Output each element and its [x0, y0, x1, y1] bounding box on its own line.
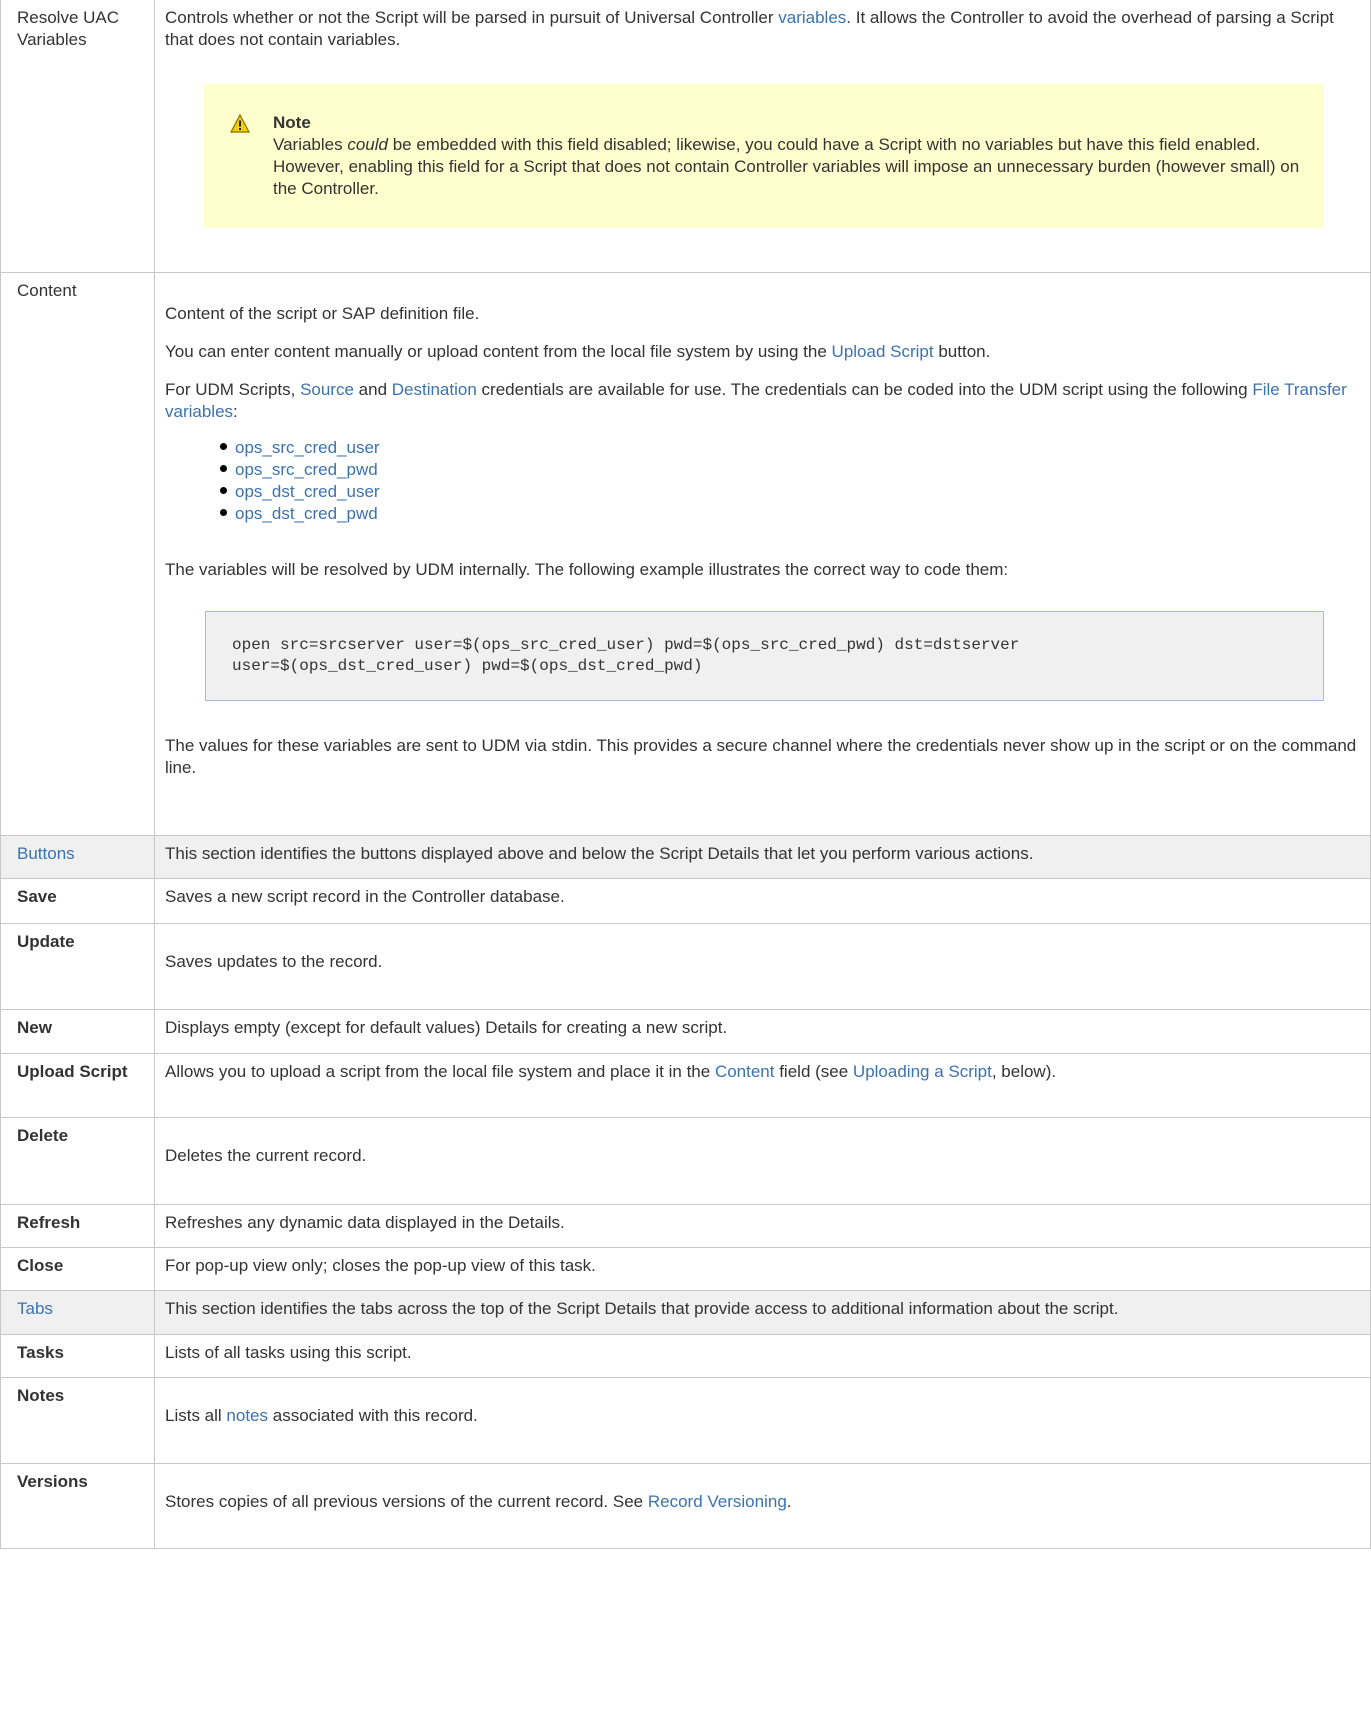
row-buttons-section: Buttons This section identifies the butt… — [0, 834, 1371, 879]
field-description: Allows you to upload a script from the l… — [154, 1052, 1371, 1118]
note-panel: Note Variables could be embedded with th… — [204, 84, 1324, 228]
row-versions: Versions Stores copies of all previous v… — [0, 1462, 1371, 1549]
list-item: ops_dst_cred_pwd — [220, 503, 1362, 525]
field-description: Refreshes any dynamic data displayed in … — [154, 1203, 1371, 1248]
uploading-a-script-link[interactable]: Uploading a Script — [853, 1062, 992, 1081]
row-notes: Notes Lists all notes associated with th… — [0, 1376, 1371, 1464]
list-item: ops_src_cred_pwd — [220, 459, 1362, 481]
buttons-section-link[interactable]: Buttons — [17, 844, 75, 863]
row-content: Content Content of the script or SAP def… — [0, 271, 1371, 836]
field-description: Displays empty (except for default value… — [154, 1008, 1371, 1054]
description-text: Controls whether or not the Script will … — [165, 8, 1334, 49]
tabs-section-link[interactable]: Tabs — [17, 1299, 53, 1318]
variable-link[interactable]: ops_src_cred_user — [235, 438, 380, 457]
variables-link[interactable]: variables — [778, 8, 846, 27]
field-label: Tasks — [0, 1333, 155, 1378]
field-description: Content of the script or SAP definition … — [154, 271, 1371, 836]
field-label: Close — [0, 1246, 155, 1291]
row-refresh: Refresh Refreshes any dynamic data displ… — [0, 1203, 1371, 1248]
field-description: Saves updates to the record. — [154, 922, 1371, 1010]
field-label: Versions — [0, 1462, 155, 1549]
content-field-link[interactable]: Content — [715, 1062, 775, 1081]
field-description: This section identifies the buttons disp… — [154, 834, 1371, 879]
notes-link[interactable]: notes — [226, 1406, 268, 1425]
row-save: Save Saves a new script record in the Co… — [0, 877, 1371, 924]
field-label: Update — [0, 922, 155, 1010]
field-description: Lists all notes associated with this rec… — [154, 1376, 1371, 1464]
list-item: ops_dst_cred_user — [220, 481, 1362, 503]
variable-link[interactable]: ops_src_cred_pwd — [235, 460, 378, 479]
field-label: Content — [0, 271, 155, 836]
field-description: This section identifies the tabs across … — [154, 1289, 1371, 1335]
record-versioning-link[interactable]: Record Versioning — [648, 1492, 787, 1511]
row-close: Close For pop-up view only; closes the p… — [0, 1246, 1371, 1291]
destination-link[interactable]: Destination — [392, 380, 477, 399]
row-update: Update Saves updates to the record. — [0, 922, 1371, 1010]
row-upload-script: Upload Script Allows you to upload a scr… — [0, 1052, 1371, 1118]
field-description: Controls whether or not the Script will … — [154, 0, 1371, 273]
code-block: open src=srcserver user=$(ops_src_cred_u… — [205, 610, 1324, 701]
row-new: New Displays empty (except for default v… — [0, 1008, 1371, 1054]
field-label: Refresh — [0, 1203, 155, 1248]
field-label: Save — [0, 877, 155, 924]
row-tasks: Tasks Lists of all tasks using this scri… — [0, 1333, 1371, 1378]
row-tabs-section: Tabs This section identifies the tabs ac… — [0, 1289, 1371, 1335]
warning-icon — [230, 114, 250, 133]
content-udm-text: For UDM Scripts, Source and Destination … — [165, 379, 1347, 421]
section-label: Buttons — [0, 834, 155, 879]
list-item: ops_src_cred_user — [220, 437, 1362, 459]
upload-script-link[interactable]: Upload Script — [832, 342, 934, 361]
variable-link[interactable]: ops_dst_cred_user — [235, 482, 380, 501]
field-label: Delete — [0, 1116, 155, 1205]
field-description: Lists of all tasks using this script. — [154, 1333, 1371, 1378]
note-text: Variables could be embedded with this fi… — [273, 135, 1300, 198]
variable-list: ops_src_cred_user ops_src_cred_pwd ops_d… — [165, 437, 1362, 525]
field-label: Notes — [0, 1376, 155, 1464]
field-label: New — [0, 1008, 155, 1054]
content-resolve-text: The variables will be resolved by UDM in… — [165, 559, 1009, 579]
row-delete: Delete Deletes the current record. — [0, 1116, 1371, 1205]
section-label: Tabs — [0, 1289, 155, 1335]
content-intro: Content of the script or SAP definition … — [165, 303, 480, 323]
field-description: Saves a new script record in the Control… — [154, 877, 1371, 924]
variable-link[interactable]: ops_dst_cred_pwd — [235, 504, 378, 523]
source-link[interactable]: Source — [300, 380, 354, 399]
row-resolve-uac-variables: Resolve UAC Variables Controls whether o… — [0, 0, 1371, 273]
field-description: Deletes the current record. — [154, 1116, 1371, 1205]
note-title: Note — [273, 113, 311, 132]
field-label: Resolve UAC Variables — [0, 0, 155, 273]
field-description-table: Resolve UAC Variables Controls whether o… — [0, 0, 1371, 1549]
content-stdin-text: The values for these variables are sent … — [165, 735, 1357, 777]
field-label: Upload Script — [0, 1052, 155, 1118]
content-upload-text: You can enter content manually or upload… — [165, 341, 991, 361]
field-description: Stores copies of all previous versions o… — [154, 1462, 1371, 1549]
field-description: For pop-up view only; closes the pop-up … — [154, 1246, 1371, 1291]
